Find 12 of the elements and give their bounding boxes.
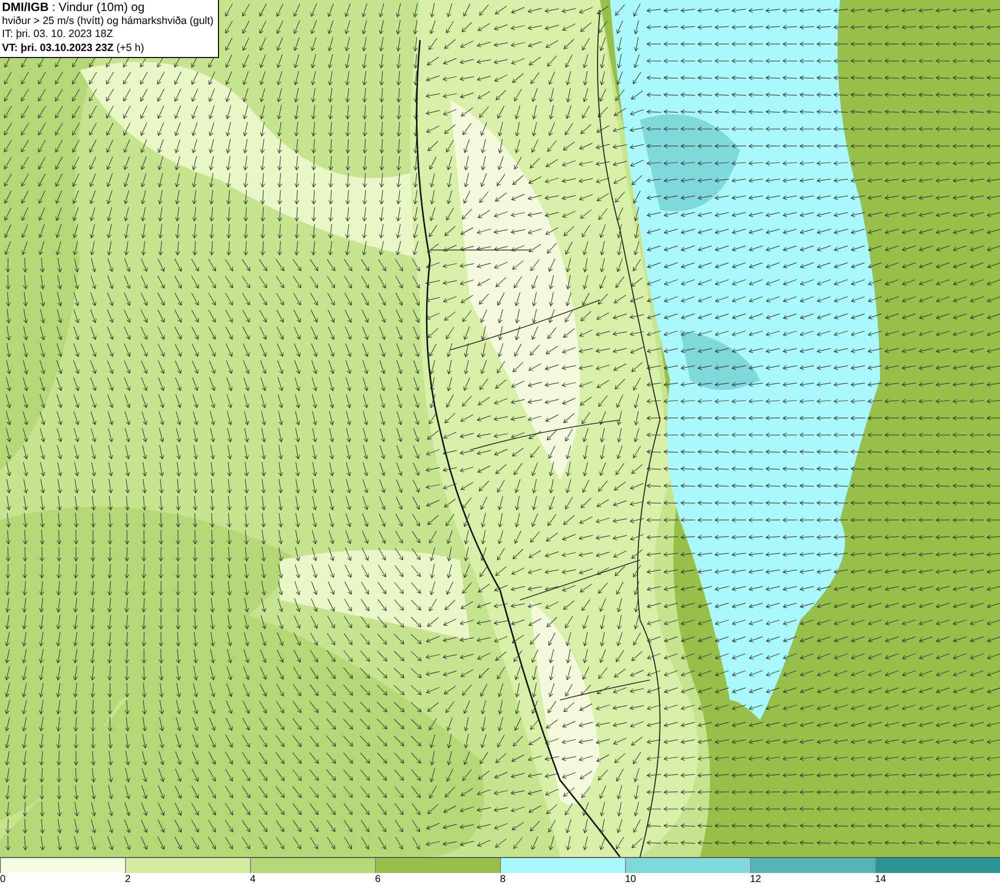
- info-text: VT: þri. 03.10.2023 23Z (+5 h): [2, 42, 146, 55]
- legend-tick-label: 6: [375, 873, 382, 887]
- legend-tick-label: 10: [625, 873, 638, 887]
- legend-tick-label: 12: [750, 873, 762, 887]
- legend-tick-label: 4: [250, 873, 257, 887]
- info-text: IT: þri. 03. 10. 2023 18Z: [2, 28, 114, 42]
- legend-tick-label: 8: [500, 873, 507, 887]
- legend-tick-label: 14: [875, 873, 888, 887]
- legend-tick-label: 0: [0, 873, 7, 887]
- legend-tick-label: 2: [125, 873, 132, 887]
- info-text: DMI/IGB : Vindur (10m) og: [2, 1, 146, 14]
- info-text: hviður > 25 m/s (hvítt) og hámarkshviða (gult): [2, 14, 214, 28]
